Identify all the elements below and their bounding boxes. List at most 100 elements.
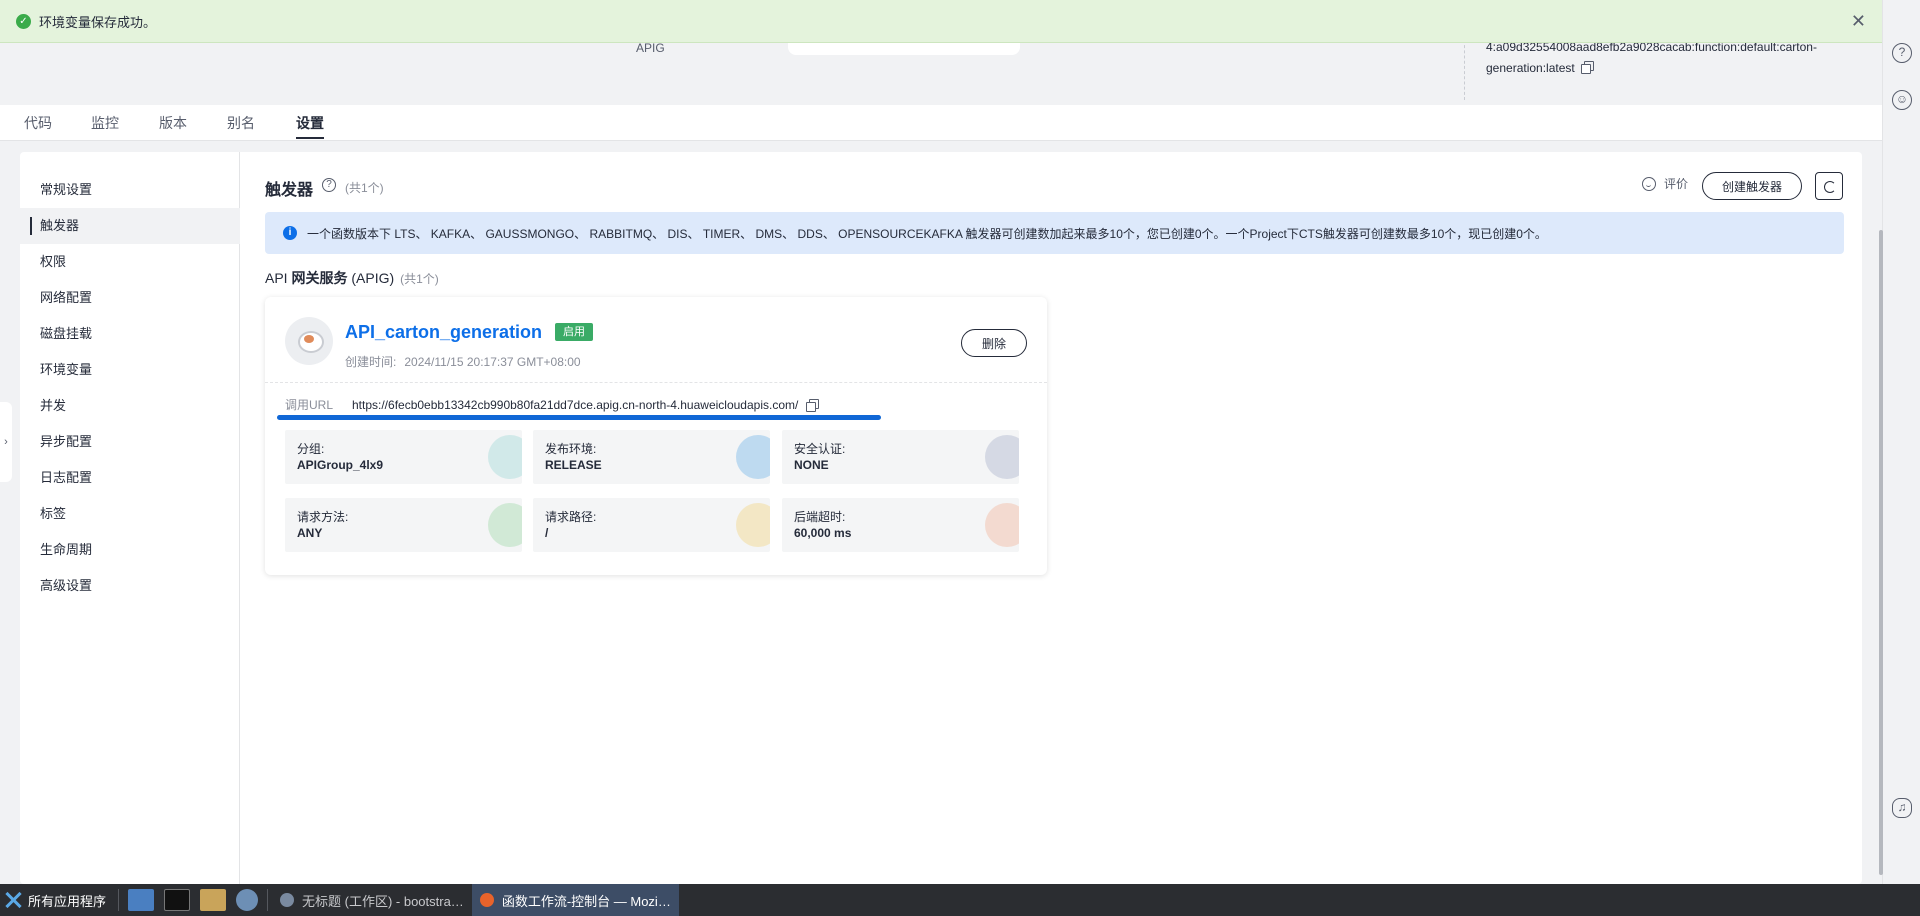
- info-icon: i: [283, 226, 297, 240]
- code-icon: [736, 435, 770, 479]
- detail-value: /: [545, 526, 549, 540]
- detail-value: 60,000 ms: [794, 526, 852, 540]
- invoke-url[interactable]: https://6fecb0ebb13342cb990b80fa21dd7dce…: [352, 398, 798, 412]
- apig-avatar-icon: [285, 317, 333, 365]
- sidebar-item-permissions[interactable]: 权限: [20, 244, 240, 280]
- toast-message: 环境变量保存成功。: [39, 14, 157, 30]
- url-label: 调用URL: [285, 398, 334, 412]
- created-value: 2024/11/15 20:17:37 GMT+08:00: [404, 355, 581, 369]
- detail-label: 分组:: [297, 442, 325, 456]
- taskbar: 所有应用程序 无标题 (工作区) - bootstra… 函数工作流-控制台 —…: [0, 884, 1920, 916]
- detail-value: ANY: [297, 526, 323, 540]
- tab-code[interactable]: 代码: [24, 113, 52, 133]
- detail-group: 分组: APIGroup_4lx9: [285, 430, 522, 484]
- file-manager-icon[interactable]: [200, 889, 227, 911]
- group-name: 网关服务: [291, 270, 348, 286]
- card-divider: [265, 382, 1047, 383]
- right-rail: ? ☺ ♫: [1882, 0, 1920, 884]
- taskbar-separator: [267, 889, 269, 911]
- terminal-icon[interactable]: [164, 889, 191, 911]
- close-icon[interactable]: ✕: [1851, 12, 1866, 30]
- start-menu-button[interactable]: 所有应用程序: [0, 884, 114, 916]
- sidebar-item-advanced[interactable]: 高级设置: [20, 568, 240, 604]
- sidebar-item-logs[interactable]: 日志配置: [20, 460, 240, 496]
- sidebar-item-general[interactable]: 常规设置: [20, 172, 240, 208]
- expand-handle-icon[interactable]: ›: [0, 402, 12, 482]
- clock-icon: [985, 503, 1019, 547]
- tab-bar: 代码 监控 版本 别名 设置: [0, 105, 1882, 141]
- detail-label: 发布环境:: [545, 442, 597, 456]
- smile-icon: [1642, 176, 1656, 191]
- shield-icon: [985, 435, 1019, 479]
- sidebar-item-network[interactable]: 网络配置: [20, 280, 240, 316]
- start-label: 所有应用程序: [28, 893, 107, 909]
- create-trigger-button[interactable]: 创建触发器: [1702, 172, 1802, 200]
- section-title: 触发器: [265, 182, 314, 199]
- group-title: API 网关服务 (APIG) (共1个): [265, 268, 439, 288]
- settings-panel: 常规设置 触发器 权限 网络配置 磁盘挂载 环境变量 并发 异步配置 日志配置 …: [20, 152, 1862, 884]
- success-toast: ✓ 环境变量保存成功。 ✕: [0, 0, 1882, 43]
- created-label: 创建时间:: [345, 355, 397, 369]
- rate-link[interactable]: 评价: [1642, 175, 1688, 192]
- help-circle-icon[interactable]: ?: [1892, 43, 1912, 63]
- task-label: 函数工作流-控制台 — Mozi…: [501, 893, 671, 909]
- taskbar-separator: [118, 889, 120, 911]
- group-suffix: (APIG): [347, 270, 395, 286]
- info-text: 一个函数版本下 LTS、 KAFKA、 GAUSSMONGO、 RABBITMQ…: [307, 226, 1547, 241]
- tab-aliases[interactable]: 别名: [227, 113, 255, 133]
- section-count: (共1个): [345, 181, 384, 195]
- browser-launcher-icon[interactable]: [236, 889, 259, 911]
- detail-environment: 发布环境: RELEASE: [533, 430, 770, 484]
- detail-label: 请求方法:: [297, 510, 349, 524]
- detail-label: 请求路径:: [545, 510, 597, 524]
- tab-versions[interactable]: 版本: [159, 113, 187, 133]
- function-urn: 4:a09d32554008aad8efb2a9028cacab:functio…: [1486, 37, 1836, 79]
- path-icon: [736, 503, 770, 547]
- delete-button[interactable]: 删除: [961, 329, 1027, 357]
- info-banner: i 一个函数版本下 LTS、 KAFKA、 GAUSSMONGO、 RABBIT…: [265, 212, 1844, 254]
- feedback-smile-icon[interactable]: ☺: [1892, 90, 1912, 110]
- trigger-card: API_carton_generation 启用 创建时间: 2024/11/15…: [265, 297, 1047, 575]
- refresh-button[interactable]: [1815, 172, 1843, 200]
- method-icon: [488, 503, 522, 547]
- sidebar-item-lifecycle[interactable]: 生命周期: [20, 532, 240, 568]
- help-icon[interactable]: ?: [322, 178, 336, 192]
- urn-text: 4:a09d32554008aad8efb2a9028cacab:functio…: [1486, 40, 1817, 75]
- rate-label: 评价: [1664, 177, 1689, 191]
- detail-value: NONE: [794, 458, 829, 472]
- group-prefix: API: [265, 270, 292, 286]
- detail-timeout: 后端超时: 60,000 ms: [782, 498, 1019, 552]
- detail-auth: 安全认证: NONE: [782, 430, 1019, 484]
- status-badge: 启用: [555, 323, 593, 341]
- detail-value: RELEASE: [545, 458, 602, 472]
- scrollbar[interactable]: [1879, 230, 1883, 875]
- trigger-name[interactable]: API_carton_generation: [345, 322, 542, 343]
- desktop-icon[interactable]: [128, 889, 155, 911]
- sidebar-item-env-vars[interactable]: 环境变量: [20, 352, 240, 388]
- copy-icon[interactable]: [1580, 61, 1594, 74]
- sidebar-item-triggers[interactable]: 触发器: [20, 208, 240, 244]
- apig-label: APIG: [636, 41, 665, 55]
- sidebar-item-disk-mount[interactable]: 磁盘挂载: [20, 316, 240, 352]
- headset-icon[interactable]: ♫: [1892, 798, 1912, 818]
- sidebar-item-async[interactable]: 异步配置: [20, 424, 240, 460]
- detail-label: 后端超时:: [794, 510, 846, 524]
- triggers-content: 触发器 ? (共1个) 评价 创建触发器 i 一个函数版本下 LTS、 KAFK…: [265, 152, 1845, 884]
- tab-monitor[interactable]: 监控: [91, 113, 119, 133]
- invoke-url-row: 调用URL https://6fecb0ebb13342cb990b80fa21…: [285, 396, 820, 413]
- settings-sidebar: 常规设置 触发器 权限 网络配置 磁盘挂载 环境变量 并发 异步配置 日志配置 …: [20, 152, 240, 884]
- firefox-icon: [479, 893, 494, 907]
- task-firefox[interactable]: 函数工作流-控制台 — Mozi…: [471, 884, 679, 916]
- detail-path: 请求路径: /: [533, 498, 770, 552]
- sidebar-item-concurrency[interactable]: 并发: [20, 388, 240, 424]
- app-icon: [280, 893, 295, 907]
- task-label: 无标题 (工作区) - bootstra…: [302, 893, 464, 909]
- tab-settings[interactable]: 设置: [296, 113, 324, 139]
- detail-method: 请求方法: ANY: [285, 498, 522, 552]
- task-vscode[interactable]: 无标题 (工作区) - bootstra…: [272, 884, 472, 916]
- copy-url-icon[interactable]: [806, 398, 820, 412]
- xfce-logo-icon: [4, 891, 22, 909]
- divider: [1464, 40, 1465, 100]
- detail-label: 安全认证:: [794, 442, 846, 456]
- sidebar-item-tags[interactable]: 标签: [20, 496, 240, 532]
